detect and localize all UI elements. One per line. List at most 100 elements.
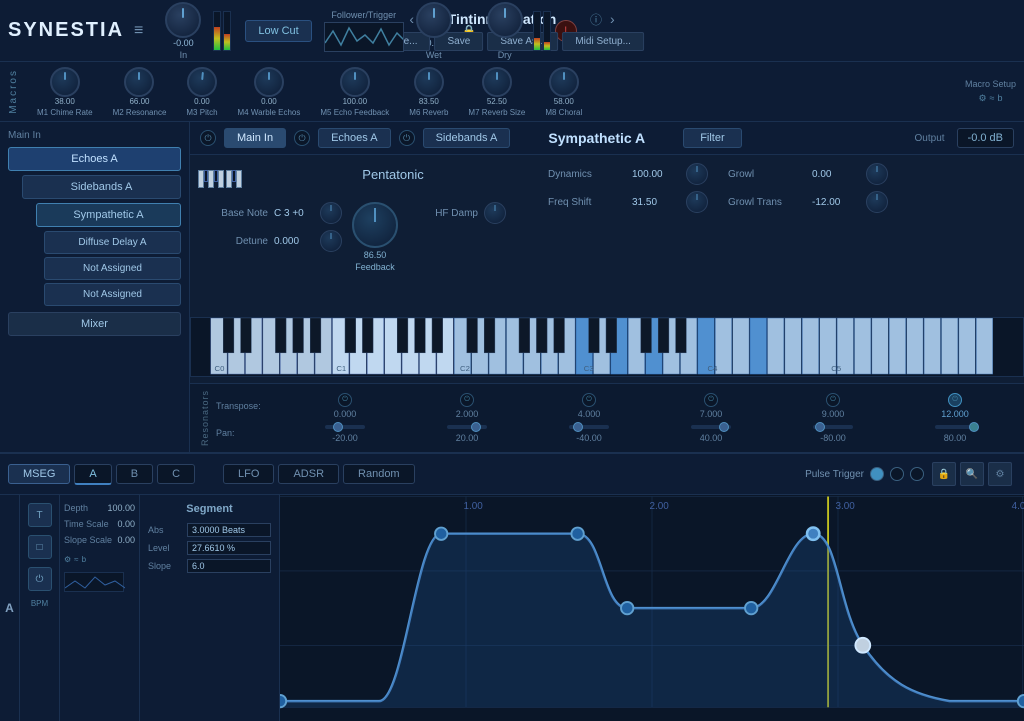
freq-shift-knob[interactable] <box>686 191 708 213</box>
res-5-power[interactable]: ⏻ <box>826 393 840 407</box>
macro-6-knob[interactable] <box>414 67 444 97</box>
not-assigned-2-block[interactable]: Not Assigned <box>44 283 181 306</box>
pulse-circle-3[interactable] <box>910 467 924 481</box>
macro-7-knob[interactable] <box>482 67 512 97</box>
pan-2-thumb[interactable] <box>471 422 481 432</box>
not-assigned-1-block[interactable]: Not Assigned <box>44 257 181 280</box>
mod-bottom-2[interactable]: ≈ <box>74 555 78 564</box>
pan-5-slider[interactable] <box>813 425 853 429</box>
res-5-transpose: 9.000 <box>822 409 845 419</box>
wet-knob[interactable] <box>416 2 452 38</box>
pulse-trigger-area: Pulse Trigger <box>805 467 924 481</box>
macro-4-knob[interactable] <box>254 67 284 97</box>
pan-3-thumb[interactable] <box>573 422 583 432</box>
graph-area[interactable]: 1.00 2.00 3.00 4.00 <box>280 495 1024 721</box>
seg-level-input[interactable] <box>187 541 271 555</box>
growl-knob[interactable] <box>866 163 888 185</box>
level-fill-1 <box>214 27 220 50</box>
pulse-circle-2[interactable] <box>890 467 904 481</box>
macro-1-knob[interactable] <box>50 67 80 97</box>
prev-preset-button[interactable]: ‹ <box>409 11 414 27</box>
detune-knob[interactable] <box>320 230 342 252</box>
pan-2-slider[interactable] <box>447 425 487 429</box>
res-3-power[interactable]: ⏻ <box>582 393 596 407</box>
macro-8-knob[interactable] <box>549 67 579 97</box>
seg-abs-input[interactable] <box>187 523 271 537</box>
filter-tab[interactable]: Filter <box>683 128 741 148</box>
sympathetic-a-block[interactable]: Sympathetic A <box>36 203 181 227</box>
power-mode-btn[interactable]: ⏻ <box>28 567 52 591</box>
piano-keyboard[interactable]: // Inline generation done via HTML below <box>190 317 1024 377</box>
tab-main-in[interactable]: Main In <box>224 128 286 148</box>
tab-mseg-a[interactable]: A <box>74 464 111 485</box>
mod-icon-1[interactable]: ⚙ <box>978 93 986 104</box>
tab-random[interactable]: Random <box>343 464 415 484</box>
menu-icon[interactable]: ≡ <box>134 22 143 40</box>
time-scale-row: Time Scale 0.00 <box>64 519 135 529</box>
zoom-btn[interactable]: 🔍 <box>960 462 984 486</box>
mod-bottom-3[interactable]: b <box>82 555 86 564</box>
res-1-power[interactable]: ⏻ <box>338 393 352 407</box>
right-params: Dynamics 100.00 Growl 0.00 Freq Shift 31… <box>548 163 1016 303</box>
input-knob[interactable] <box>165 2 201 38</box>
res-6-transpose: 12.000 <box>941 409 969 419</box>
res-6-power[interactable]: ⏻ <box>948 393 962 407</box>
main-in-label: Main In <box>8 130 181 141</box>
pan-5-thumb[interactable] <box>815 422 825 432</box>
diffuse-delay-a-block[interactable]: Diffuse Delay A <box>44 231 181 254</box>
low-cut-button[interactable]: Low Cut <box>245 20 311 42</box>
hf-damp-knob[interactable] <box>484 202 506 224</box>
pan-1-thumb[interactable] <box>333 422 343 432</box>
pan-4-slider[interactable] <box>691 425 731 429</box>
dynamics-knob[interactable] <box>686 163 708 185</box>
seg-slope-input[interactable] <box>187 559 271 573</box>
waveform-display[interactable] <box>324 22 404 52</box>
sympathetic-area: Sympathetic A Diffuse Delay A Not Assign… <box>36 203 181 306</box>
res-col-5: ⏻ 9.000 <box>774 393 892 419</box>
macro-3-knob[interactable] <box>186 65 219 98</box>
next-preset-button[interactable]: › <box>610 11 615 27</box>
resonators-section: Resonators Transpose: ⏻ 0.000 ⏻ 2.000 <box>190 383 1024 452</box>
tab-sidebands-a[interactable]: Sidebands A <box>423 128 511 148</box>
macro-2-knob[interactable] <box>124 67 154 97</box>
mixer-block[interactable]: Mixer <box>8 312 181 336</box>
macro-6-name: M6 Reverb <box>409 108 448 117</box>
macro-5-knob[interactable] <box>340 67 370 97</box>
t-mode-btn[interactable]: T <box>28 503 52 527</box>
sidebands-power-btn[interactable]: ⏻ <box>399 130 415 146</box>
pan-4-thumb[interactable] <box>719 422 729 432</box>
pan-6-thumb[interactable] <box>969 422 979 432</box>
pan-1-slider[interactable] <box>325 425 365 429</box>
base-note-knob[interactable] <box>320 202 342 224</box>
settings-btn[interactable]: ⚙ <box>988 462 1012 486</box>
info-icon[interactable]: ⓘ <box>590 11 602 28</box>
macro-2-name: M2 Resonance <box>113 108 167 117</box>
tab-mseg[interactable]: MSEG <box>8 464 70 484</box>
midi-setup-button[interactable]: Midi Setup... <box>562 32 644 51</box>
tab-mseg-b[interactable]: B <box>116 464 153 484</box>
growl-trans-knob[interactable] <box>866 191 888 213</box>
echoes-a-block[interactable]: Echoes A <box>8 147 181 171</box>
pan-3-slider[interactable] <box>569 425 609 429</box>
feedback-knob[interactable] <box>352 202 398 248</box>
tab-lfo[interactable]: LFO <box>223 464 274 484</box>
module-power-btn[interactable]: ⏻ <box>200 130 216 146</box>
tab-echoes-a[interactable]: Echoes A <box>318 128 390 148</box>
mod-bottom-1[interactable]: ⚙ <box>64 555 71 564</box>
echoes-power-btn[interactable]: ⏻ <box>294 130 310 146</box>
depth-row: Depth 100.00 <box>64 503 135 513</box>
pan-6-slider[interactable] <box>935 425 975 429</box>
lock-btn[interactable]: 🔒 <box>932 462 956 486</box>
res-4-power[interactable]: ⏻ <box>704 393 718 407</box>
tab-mseg-c[interactable]: C <box>157 464 195 484</box>
pulse-circle-1[interactable] <box>870 467 884 481</box>
mod-icon-2[interactable]: ≈ <box>990 93 995 104</box>
sidebands-a-block[interactable]: Sidebands A <box>22 175 181 199</box>
tab-adsr[interactable]: ADSR <box>278 464 339 484</box>
macro-4-group: 0.00 M4 Warble Echos <box>238 67 301 117</box>
pan-6-value: 80.00 <box>944 433 967 443</box>
square-mode-btn[interactable]: □ <box>28 535 52 559</box>
dry-knob[interactable] <box>487 2 523 38</box>
res-2-power[interactable]: ⏻ <box>460 393 474 407</box>
mod-icon-3[interactable]: b <box>997 93 1002 104</box>
